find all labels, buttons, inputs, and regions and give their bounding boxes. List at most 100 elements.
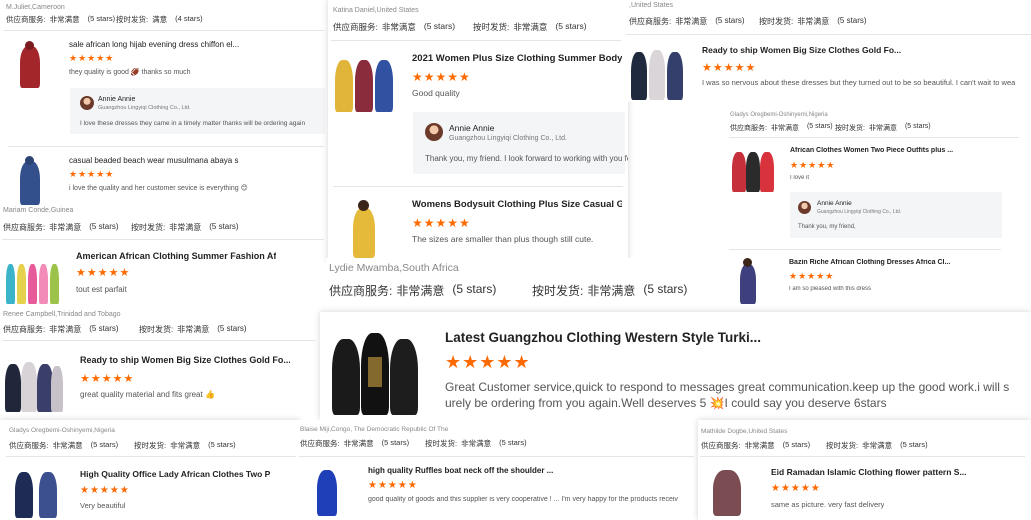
reviewer-name: Gladys Oregbemi-Oshinyemi,Nigeria bbox=[9, 427, 115, 434]
reviewer-name: M.Juliet,Cameroon bbox=[6, 4, 65, 11]
reviewer-name: Mariam Conde,Guinea bbox=[3, 207, 74, 214]
product-title[interactable]: Eid Ramadan Islamic Clothing flower patt… bbox=[771, 467, 971, 477]
product-title[interactable]: 2021 Women Plus Size Clothing Summer Bod… bbox=[412, 53, 622, 64]
star-rating: ★★★★★ bbox=[69, 169, 115, 179]
rating-summary: 供应商服务: 非常满意 (5 stars) 按时发货: 非常满意 (5 stars) bbox=[333, 21, 587, 32]
reply-company: Guangzhou Lingyiqi Clothing Co., Ltd. bbox=[449, 135, 567, 142]
product-thumbnail[interactable] bbox=[730, 146, 776, 194]
rating-summary: 供应商服务: 非常满意 (5 stars) 按时发货: 非常满意 (5 stars) bbox=[3, 222, 239, 232]
product-title[interactable]: Ready to ship Women Big Size Clothes Gol… bbox=[702, 45, 902, 55]
avatar bbox=[798, 201, 811, 214]
product-title[interactable]: sale african long hijab evening dress ch… bbox=[69, 40, 239, 49]
product-thumbnail[interactable] bbox=[301, 466, 353, 518]
product-title[interactable]: high quality Ruffles boat neck off the s… bbox=[368, 466, 568, 475]
product-title[interactable]: Latest Guangzhou Clothing Western Style … bbox=[445, 330, 775, 345]
product-title[interactable]: American African Clothing Summer Fashion… bbox=[76, 251, 276, 261]
product-thumbnail[interactable] bbox=[730, 258, 766, 306]
product-thumbnail[interactable] bbox=[8, 40, 50, 90]
reply-text: Thank you, my friend, bbox=[798, 224, 856, 230]
review-text: i love the quality and her customer sevi… bbox=[69, 185, 248, 192]
rating-summary: 供应商服务: 非常满意 (5 stars) 按时发货: 非常满意 (5 stars) bbox=[730, 123, 931, 132]
rating-summary: 供应商服务: 非常满意 (5 stars) 按时发货: 非常满意 (5 stars) bbox=[701, 440, 928, 450]
rating-summary: 供应商服务: 非常满意 (5 stars) 按时发货: 非常满意 (5 stars) bbox=[3, 324, 247, 334]
review-collage: M.Juliet,Cameroon 供应商服务: 非常满意 (5 stars) 按时… bbox=[0, 0, 1031, 520]
star-rating: ★★★★★ bbox=[69, 53, 115, 63]
rating-summary: 供应商服务: 非常满意 (5 stars) 按时发货: 非常满意 (5 stars) bbox=[9, 440, 236, 450]
product-thumbnail[interactable] bbox=[333, 198, 395, 260]
star-rating: ★★★★★ bbox=[445, 352, 531, 372]
star-rating: ★★★★★ bbox=[80, 373, 135, 385]
review-text: good quality of goods and this supplier … bbox=[368, 496, 678, 503]
product-title[interactable]: casual beaded beach wear musulmana abaya… bbox=[69, 156, 239, 165]
review-card: Lydie Mwamba,South Africa 供应商服务: 非常满意 (5 s… bbox=[326, 258, 726, 304]
review-text: Good quality bbox=[412, 88, 460, 98]
reviewer-name: Lydie Mwamba,South Africa bbox=[329, 262, 459, 274]
reply-name: Annie Annie bbox=[817, 200, 852, 207]
seller-reply: Annie Annie Guangzhou Lingyiqi Clothing … bbox=[70, 88, 325, 134]
review-text: they quality is good 🏈 thanks so much bbox=[69, 69, 191, 76]
reviewer-name: Mathilde Dogbe,United States bbox=[701, 428, 788, 435]
reply-name: Annie Annie bbox=[98, 96, 136, 103]
product-thumbnail[interactable] bbox=[4, 250, 60, 307]
rating-summary: 供应商服务: 非常满意 (5 stars) 按时发货: 满意 (4 stars) bbox=[6, 14, 203, 24]
reply-text: Thank you, my friend. I look forward to … bbox=[425, 154, 628, 163]
review-text: urely be ordering from you again.Well de… bbox=[445, 396, 887, 410]
product-thumbnail[interactable] bbox=[8, 155, 50, 205]
rating-summary: 供应商服务: 非常满意 (5 stars) 按时发货: 非常满意 (5 stars) bbox=[300, 438, 527, 448]
review-text: I was so nervous about these dresses but… bbox=[702, 78, 1016, 87]
star-rating: ★★★★★ bbox=[771, 483, 821, 494]
review-text: great quality material and fits great 👍 bbox=[80, 390, 215, 399]
seller-reply: Annie Annie Guangzhou Lingyiqi Clothing … bbox=[413, 112, 628, 174]
product-title[interactable]: Ready to ship Women Big Size Clothes Gol… bbox=[80, 355, 290, 365]
product-thumbnail[interactable] bbox=[703, 466, 751, 518]
review-card: Katina Daniel,United States 供应商服务: 非常满意 (5… bbox=[328, 0, 628, 262]
review-card: Mariam Conde,Guinea 供应商服务: 非常满意 (5 stars) … bbox=[0, 205, 330, 310]
product-title[interactable]: Womens Bodysuit Clothing Plus Size Casua… bbox=[412, 199, 622, 210]
review-card: Gladys Oregbemi-Oshinyemi,Nigeria 供应商服务:… bbox=[0, 420, 300, 520]
star-rating: ★★★★★ bbox=[368, 480, 418, 491]
review-text: same as picture. very fast delivery bbox=[771, 500, 885, 509]
product-thumbnail[interactable] bbox=[3, 354, 63, 414]
star-rating: ★★★★★ bbox=[80, 485, 130, 496]
reviewer-name: Renee Campbell,Trinidad and Tobago bbox=[3, 311, 121, 318]
review-text: I am so pleased with this dress bbox=[789, 286, 872, 292]
product-title[interactable]: High Quality Office Lady African Clothes… bbox=[80, 469, 270, 479]
review-card: Latest Guangzhou Clothing Western Style … bbox=[320, 312, 1031, 420]
review-card: ,United States 供应商服务: 非常满意 (5 stars) 按时发货:… bbox=[626, 0, 1031, 102]
reply-name: Annie Annie bbox=[449, 123, 495, 133]
reply-company: Guangzhou Lingyiqi Clothing Co., Ltd. bbox=[98, 105, 191, 111]
product-thumbnail[interactable] bbox=[9, 468, 65, 520]
star-rating: ★★★★★ bbox=[412, 70, 471, 84]
reviewer-name: Katina Daniel,United States bbox=[333, 7, 419, 14]
review-text: The sizes are smaller than plus though s… bbox=[412, 234, 594, 244]
rating-summary: 供应商服务: 非常满意 (5 stars) 按时发货: 非常满意 (5 stars) bbox=[329, 282, 688, 298]
review-card: Gladys Oregbemi-Oshinyemi,Nigeria 供应商服务:… bbox=[726, 108, 1026, 308]
reply-text: I love these dresses they came in a time… bbox=[80, 120, 306, 127]
product-thumbnail[interactable] bbox=[330, 329, 420, 417]
reviewer-name: Blaise Miji,Congo, The Democratic Republ… bbox=[300, 426, 449, 433]
reviewer-name: Gladys Oregbemi-Oshinyemi,Nigeria bbox=[730, 112, 828, 118]
reviewer-name: ,United States bbox=[629, 2, 673, 9]
review-card: Blaise Miji,Congo, The Democratic Republ… bbox=[297, 420, 700, 520]
review-card: M.Juliet,Cameroon 供应商服务: 非常满意 (5 stars) 按时… bbox=[0, 0, 330, 205]
product-thumbnail[interactable] bbox=[333, 52, 395, 114]
seller-reply: Annie Annie Guangzhou Lingyiqi Clothing … bbox=[790, 192, 1002, 238]
review-card: Renee Campbell,Trinidad and Tobago 供应商服务… bbox=[0, 310, 320, 418]
rating-summary: 供应商服务: 非常满意 (5 stars) 按时发货: 非常满意 (5 stars) bbox=[629, 16, 867, 26]
product-title[interactable]: Bazin Riche African Clothing Dresses Afr… bbox=[789, 259, 969, 266]
review-text: tout est parfait bbox=[76, 285, 127, 294]
star-rating: ★★★★★ bbox=[790, 160, 836, 170]
review-card: Mathilde Dogbe,United States 供应商服务: 非常满意(… bbox=[698, 420, 1031, 520]
star-rating: ★★★★★ bbox=[789, 271, 835, 281]
star-rating: ★★★★★ bbox=[412, 216, 471, 230]
review-text: I love it bbox=[790, 175, 810, 181]
avatar bbox=[425, 123, 443, 141]
review-text: Very beautiful bbox=[80, 501, 126, 510]
star-rating: ★★★★★ bbox=[702, 62, 757, 74]
avatar bbox=[80, 96, 94, 110]
product-thumbnail[interactable] bbox=[629, 44, 687, 102]
star-rating: ★★★★★ bbox=[76, 267, 131, 279]
review-text: Great Customer service,quick to respond … bbox=[445, 380, 1010, 394]
reply-company: Guangzhou Lingyiqi Clothing Co., Ltd. bbox=[817, 209, 902, 215]
product-title[interactable]: African Clothes Women Two Piece Outfits … bbox=[790, 147, 970, 154]
